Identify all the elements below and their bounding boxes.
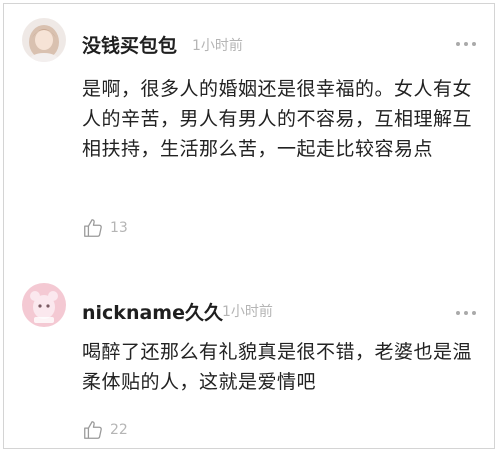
comment-item: 没钱买包包 1小时前 是啊，很多人的婚姻还是很幸福的。女人有女人的辛苦，男人有男… — [4, 4, 494, 259]
thumbs-up-icon — [84, 219, 102, 237]
avatar[interactable] — [22, 283, 66, 327]
more-dots-icon[interactable] — [456, 311, 476, 315]
like-count: 22 — [110, 422, 128, 438]
username[interactable]: 没钱买包包 — [82, 31, 177, 58]
avatar-girl-icon — [22, 18, 66, 62]
timestamp: 1小时前 — [192, 38, 243, 54]
comment-text: 喝醉了还那么有礼貌真是很不错，老婆也是温柔体贴的人，这就是爱情吧 — [82, 341, 473, 393]
comment-item: nickname久久 1小时前 喝醉了还那么有礼貌真是很不错，老婆也是温柔体贴的… — [4, 259, 494, 449]
like-button[interactable]: 13 — [82, 217, 128, 239]
like-button[interactable]: 22 — [82, 419, 128, 441]
more-dots-icon[interactable] — [456, 42, 476, 46]
comment-list: 没钱买包包 1小时前 是啊，很多人的婚姻还是很幸福的。女人有女人的辛苦，男人有男… — [3, 3, 495, 449]
like-count: 13 — [110, 220, 128, 236]
comment-text: 是啊，很多人的婚姻还是很幸福的。女人有女人的辛苦，男人有男人的不容易，互相理解互… — [82, 78, 473, 160]
timestamp: 1小时前 — [222, 304, 273, 320]
avatar-pink-icon — [22, 283, 66, 327]
avatar[interactable] — [22, 18, 66, 62]
thumbs-up-icon — [84, 421, 102, 439]
username[interactable]: nickname久久 — [82, 298, 223, 325]
